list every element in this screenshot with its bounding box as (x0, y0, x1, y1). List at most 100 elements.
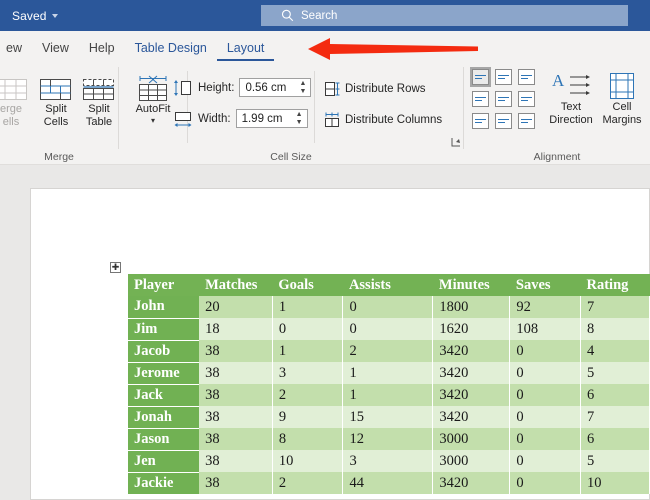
cell-minutes[interactable]: 1800 (433, 296, 510, 318)
cell-minutes[interactable]: 1620 (433, 318, 510, 340)
column-header-rating[interactable]: Rating (580, 274, 649, 296)
distribute-columns-button[interactable]: Distribute Columns (324, 112, 442, 128)
spinner-arrows-icon[interactable]: ▲▼ (296, 112, 303, 126)
cell-player[interactable]: John (128, 296, 199, 318)
column-header-matches[interactable]: Matches (199, 274, 272, 296)
align-top-center-button[interactable] (495, 69, 512, 85)
cell-minutes[interactable]: 3000 (433, 450, 510, 472)
cell-matches[interactable]: 38 (199, 406, 272, 428)
saved-status-button[interactable]: Saved (12, 9, 58, 23)
cell-goals[interactable]: 1 (272, 296, 343, 318)
cell-goals[interactable]: 8 (272, 428, 343, 450)
cell-assists[interactable]: 12 (343, 428, 433, 450)
cell-saves[interactable]: 0 (510, 406, 581, 428)
align-top-left-button[interactable] (472, 69, 489, 85)
cell-player[interactable]: Jackie (128, 472, 199, 494)
column-width-input[interactable]: 1.99 cm ▲▼ (236, 109, 308, 128)
table-move-handle-icon[interactable]: ✚ (110, 262, 121, 273)
cell-minutes[interactable]: 3420 (433, 340, 510, 362)
cell-matches[interactable]: 18 (199, 318, 272, 340)
column-header-assists[interactable]: Assists (343, 274, 433, 296)
cell-goals[interactable]: 3 (272, 362, 343, 384)
cell-saves[interactable]: 0 (510, 428, 581, 450)
align-middle-left-button[interactable] (472, 91, 489, 107)
cell-matches[interactable]: 20 (199, 296, 272, 318)
table-row[interactable]: Jerome3831342005 (128, 362, 650, 384)
align-middle-center-button[interactable] (495, 91, 512, 107)
cell-goals[interactable]: 1 (272, 340, 343, 362)
cell-assists[interactable]: 0 (343, 318, 433, 340)
cell-minutes[interactable]: 3420 (433, 384, 510, 406)
cell-matches[interactable]: 38 (199, 472, 272, 494)
cell-assists[interactable]: 0 (343, 296, 433, 318)
tab-layout[interactable]: Layout (217, 41, 275, 61)
align-bottom-left-button[interactable] (472, 113, 489, 129)
cell-player[interactable]: Jonah (128, 406, 199, 428)
cell-saves[interactable]: 108 (510, 318, 581, 340)
table-row[interactable]: Jacob3812342004 (128, 340, 650, 362)
table-row[interactable]: Jen38103300005 (128, 450, 650, 472)
cell-rating[interactable]: 7 (580, 296, 649, 318)
cell-matches[interactable]: 38 (199, 428, 272, 450)
cell-rating[interactable]: 4 (580, 340, 649, 362)
table-row[interactable]: Jim180016201088 (128, 318, 650, 340)
tab-table-design[interactable]: Table Design (125, 41, 217, 61)
table-row[interactable]: Jack3821342006 (128, 384, 650, 406)
cell-goals[interactable]: 9 (272, 406, 343, 428)
cell-goals[interactable]: 2 (272, 384, 343, 406)
tab-view[interactable]: View (32, 41, 79, 61)
split-table-button[interactable]: Split Table (76, 73, 122, 129)
cell-saves[interactable]: 92 (510, 296, 581, 318)
cell-goals[interactable]: 0 (272, 318, 343, 340)
cell-rating[interactable]: 7 (580, 406, 649, 428)
cell-goals[interactable]: 2 (272, 472, 343, 494)
table-row[interactable]: John20101800927 (128, 296, 650, 318)
cell-rating[interactable]: 6 (580, 384, 649, 406)
cell-saves[interactable]: 0 (510, 340, 581, 362)
tab-view-clipped[interactable]: ew (0, 41, 32, 61)
distribute-rows-button[interactable]: Distribute Rows (324, 81, 426, 97)
cell-player[interactable]: Jen (128, 450, 199, 472)
table-row[interactable]: Jackie382443420010 (128, 472, 650, 494)
cell-player[interactable]: Jerome (128, 362, 199, 384)
cell-saves[interactable]: 0 (510, 450, 581, 472)
spinner-arrows-icon[interactable]: ▲▼ (300, 81, 307, 95)
cell-saves[interactable]: 0 (510, 384, 581, 406)
column-header-goals[interactable]: Goals (272, 274, 343, 296)
cell-saves[interactable]: 0 (510, 472, 581, 494)
cell-matches[interactable]: 38 (199, 450, 272, 472)
cell-player[interactable]: Jack (128, 384, 199, 406)
cell-rating[interactable]: 6 (580, 428, 649, 450)
cell-matches[interactable]: 38 (199, 340, 272, 362)
cell-player[interactable]: Jim (128, 318, 199, 340)
cell-minutes[interactable]: 3000 (433, 428, 510, 450)
cell-player[interactable]: Jacob (128, 340, 199, 362)
cell-rating[interactable]: 5 (580, 450, 649, 472)
cell-minutes[interactable]: 3420 (433, 406, 510, 428)
align-bottom-right-button[interactable] (518, 113, 535, 129)
cell-assists[interactable]: 1 (343, 362, 433, 384)
cell-matches[interactable]: 38 (199, 362, 272, 384)
cell-assists[interactable]: 1 (343, 384, 433, 406)
search-input[interactable]: Search (261, 5, 628, 26)
cell-assists[interactable]: 15 (343, 406, 433, 428)
player-stats-table[interactable]: Player Matches Goals Assists Minutes Sav… (128, 274, 650, 495)
cell-rating[interactable]: 8 (580, 318, 649, 340)
dialog-launcher-icon[interactable] (451, 137, 461, 149)
cell-assists[interactable]: 3 (343, 450, 433, 472)
table-row[interactable]: Jason38812300006 (128, 428, 650, 450)
column-header-minutes[interactable]: Minutes (433, 274, 510, 296)
split-cells-button[interactable]: Split Cells (33, 73, 79, 129)
cell-assists[interactable]: 2 (343, 340, 433, 362)
text-direction-button[interactable]: A Text Direction (544, 71, 598, 127)
cell-margins-button[interactable]: Cell Margins (598, 71, 646, 127)
tab-help[interactable]: Help (79, 41, 125, 61)
cell-assists[interactable]: 44 (343, 472, 433, 494)
cell-player[interactable]: Jason (128, 428, 199, 450)
column-header-saves[interactable]: Saves (510, 274, 581, 296)
cell-minutes[interactable]: 3420 (433, 472, 510, 494)
align-bottom-center-button[interactable] (495, 113, 512, 129)
column-header-player[interactable]: Player (128, 274, 199, 296)
cell-goals[interactable]: 10 (272, 450, 343, 472)
row-height-input[interactable]: 0.56 cm ▲▼ (239, 78, 311, 97)
